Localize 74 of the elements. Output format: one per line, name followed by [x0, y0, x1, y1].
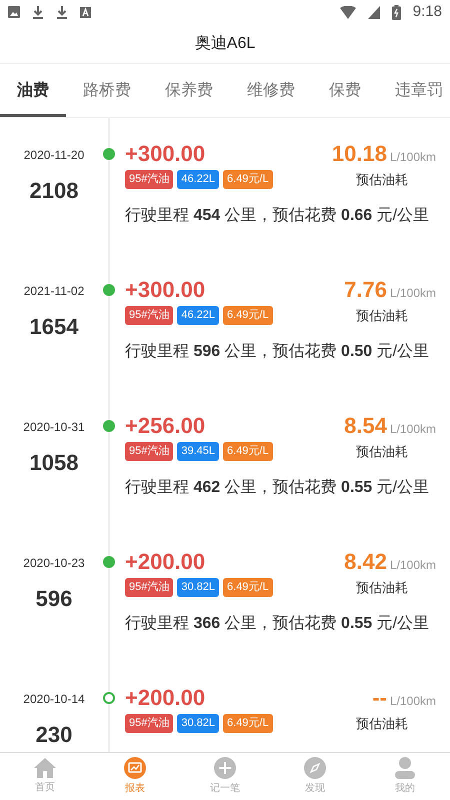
download-icon — [56, 5, 68, 19]
info-tag: 46.22L — [177, 306, 220, 324]
signal-icon — [368, 6, 380, 18]
category-tab[interactable]: 维修费 — [230, 64, 312, 117]
mileage-value: 230 — [36, 721, 72, 749]
entry-date: 2020-10-14 — [23, 691, 85, 708]
info-tag: 95#汽油 — [125, 442, 174, 460]
add-icon — [214, 757, 236, 779]
info-tag: 30.82L — [177, 714, 220, 732]
clock-time: 9:18 — [412, 2, 442, 22]
nav-tab[interactable]: 首页 — [0, 753, 90, 800]
consumption-value: 8.54 — [344, 412, 387, 440]
mileage-value: 1654 — [30, 313, 78, 341]
info-tag: 6.49元/L — [223, 306, 273, 324]
category-tab[interactable]: 保费 — [312, 64, 378, 117]
consumption-label: 预估油耗 — [356, 307, 408, 325]
entry-date: 2020-11-20 — [24, 147, 84, 164]
category-tab[interactable]: 油费 — [0, 64, 66, 117]
consumption-label: 预估油耗 — [356, 443, 408, 461]
info-tag: 95#汽油 — [125, 306, 174, 324]
amount-value: +256.00 — [125, 412, 206, 440]
info-tag: 6.49元/L — [223, 442, 273, 460]
consumption-label: 预估油耗 — [356, 579, 408, 597]
consumption-value: 10.18 — [332, 140, 387, 168]
home-icon — [34, 758, 56, 778]
person-icon — [395, 757, 415, 779]
amount-value: +200.00 — [125, 548, 206, 576]
amount-value: +300.00 — [125, 276, 206, 304]
entry-date: 2020-10-23 — [23, 555, 85, 572]
consumption-value: 7.76 — [344, 276, 387, 304]
trip-summary: 行驶里程 462 公里，预估花费 0.55 元/公里 — [125, 478, 430, 498]
font-icon — [80, 6, 91, 18]
consumption-label: 预估油耗 — [356, 715, 408, 733]
entry-date: 2020-10-31 — [23, 419, 85, 436]
unit-label: L/100km — [390, 421, 436, 438]
info-tag: 95#汽油 — [125, 578, 174, 596]
page-title: 奥迪A6L — [194, 34, 256, 54]
unit-label: L/100km — [390, 149, 436, 166]
trip-summary: 行驶里程 596 公里，预估花费 0.50 元/公里 — [125, 342, 430, 362]
nav-tab[interactable]: 记一笔 — [180, 753, 270, 800]
entry-date: 2021-11-02 — [24, 283, 84, 300]
consumption-value: 8.42 — [344, 548, 387, 576]
info-tag: 6.49元/L — [223, 714, 273, 732]
amount-value: +300.00 — [125, 140, 206, 168]
info-tag: 95#汽油 — [125, 170, 174, 188]
info-tag: 6.49元/L — [223, 170, 273, 188]
compass-icon — [304, 757, 326, 779]
unit-label: L/100km — [390, 557, 436, 574]
image-icon — [8, 6, 20, 18]
info-tag: 95#汽油 — [125, 714, 174, 732]
category-tab[interactable]: 路桥费 — [66, 64, 148, 117]
unit-label: L/100km — [390, 285, 436, 302]
info-tag: 46.22L — [177, 170, 220, 188]
amount-value: +200.00 — [125, 684, 206, 712]
consumption-value: -- — [372, 684, 387, 712]
unit-label: L/100km — [390, 693, 436, 710]
info-tag: 6.49元/L — [223, 578, 273, 596]
info-tag: 39.45L — [177, 442, 220, 460]
mileage-value: 2108 — [30, 177, 78, 205]
category-tab[interactable]: 保养费 — [148, 64, 230, 117]
nav-tab[interactable]: 我的 — [360, 753, 450, 800]
category-tab[interactable]: 违章罚 — [378, 64, 450, 117]
info-tag: 30.82L — [177, 578, 220, 596]
wifi-icon — [340, 6, 356, 18]
battery-icon — [392, 4, 401, 20]
mileage-value: 1058 — [30, 449, 78, 477]
trip-summary: 行驶里程 366 公里，预估花费 0.55 元/公里 — [125, 614, 430, 634]
mileage-value: 596 — [36, 585, 72, 613]
download-icon — [32, 5, 44, 19]
consumption-label: 预估油耗 — [356, 171, 408, 189]
chart-icon — [124, 757, 146, 779]
trip-summary: 行驶里程 454 公里，预估花费 0.66 元/公里 — [125, 206, 430, 226]
nav-tab[interactable]: 发现 — [270, 753, 360, 800]
nav-tab[interactable]: 报表 — [90, 753, 180, 800]
